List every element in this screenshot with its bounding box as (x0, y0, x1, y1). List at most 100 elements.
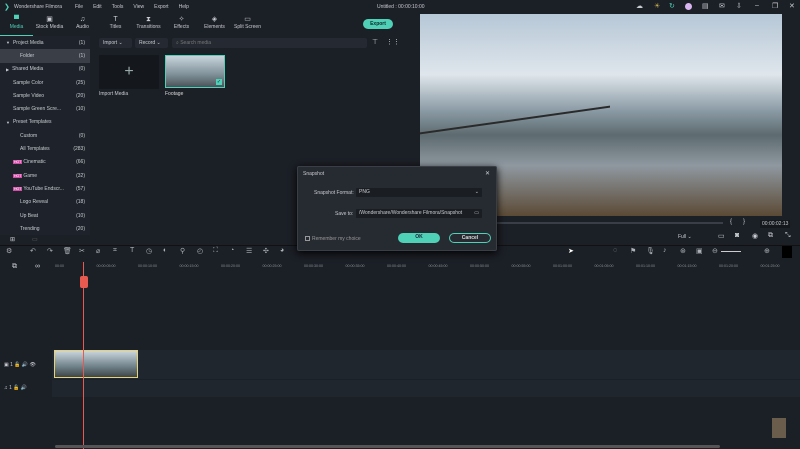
sidebar-item[interactable]: Trending (20) (0, 222, 90, 235)
record-dropdown[interactable]: Record ⌄ (135, 38, 168, 48)
remember-checkbox[interactable] (305, 236, 310, 241)
mark-in-icon[interactable]: { (730, 219, 732, 225)
cloud-icon[interactable]: ☁ (636, 2, 643, 10)
menu-export[interactable]: Export (154, 4, 168, 10)
folder-icon[interactable]: ▭ (32, 236, 38, 243)
maximize-icon[interactable]: ❐ (772, 2, 778, 10)
marker-icon[interactable]: ⚲ (180, 247, 185, 255)
zoom-out-icon[interactable]: ⊖ (712, 247, 718, 255)
sidebar-item[interactable]: Sample Green Scre... (10) (0, 102, 90, 115)
tab-audio[interactable]: ♫ Audio (66, 14, 99, 36)
mark-out-icon[interactable]: } (743, 219, 745, 225)
zoom-in-icon[interactable]: ⊕ (764, 247, 770, 255)
sidebar-item[interactable]: Sample Color (25) (0, 76, 90, 89)
mic-icon[interactable]: 🎙 (646, 247, 655, 255)
sidebar-item[interactable]: ▶ Shared Media (0) (0, 63, 90, 76)
timeline-settings-icon[interactable]: ⚙ (6, 247, 12, 255)
tab-media[interactable]: ▀ Media (0, 14, 33, 36)
speed-icon[interactable]: ◷ (146, 247, 152, 255)
menu-file[interactable]: File (75, 4, 83, 10)
minimize-icon[interactable]: – (755, 2, 759, 9)
monitor-icon[interactable]: ▭ (718, 232, 725, 240)
sidebar-item[interactable]: Folder (1) (0, 49, 90, 63)
fit-icon[interactable]: ⛶ (213, 247, 218, 255)
mail-icon[interactable]: ✉ (719, 2, 725, 10)
cancel-button[interactable]: Cancel (449, 233, 491, 243)
menu-tools[interactable]: Tools (112, 4, 124, 10)
tab-split-screen[interactable]: ▭ Split Screen (231, 14, 264, 36)
tab-stock-media[interactable]: ▣ Stock Media (33, 14, 66, 36)
footage-thumbnail[interactable]: ✓ (165, 55, 225, 88)
snap-icon[interactable]: ▣ (696, 247, 703, 255)
trim-icon[interactable]: ⌗ (113, 247, 117, 255)
ok-button[interactable]: OK (398, 233, 440, 243)
new-folder-icon[interactable]: ⊞ (10, 236, 15, 243)
sidebar-item[interactable]: HOT Game (32) (0, 169, 90, 182)
cut-icon[interactable]: ✂ (79, 247, 85, 255)
sidebar-item[interactable]: Up Beat (10) (0, 209, 90, 222)
tab-titles[interactable]: T Titles (99, 14, 132, 36)
close-icon[interactable]: ✕ (789, 2, 795, 10)
playhead-handle[interactable] (80, 276, 88, 288)
download-icon[interactable]: ⇩ (736, 2, 742, 10)
stabilize-icon[interactable]: ✣ (263, 247, 269, 255)
pip-icon[interactable]: ⧉ (768, 232, 773, 240)
sidebar-item[interactable]: Sample Video (20) (0, 89, 90, 102)
sidebar-item[interactable]: ▼ Project Media (1) (0, 36, 90, 49)
dialog-close-icon[interactable]: ✕ (485, 170, 490, 177)
grid-icon[interactable]: ⋮⋮ (386, 38, 400, 46)
bulb-icon[interactable]: ☀ (654, 2, 660, 10)
track-height-button[interactable] (782, 246, 792, 258)
timeline-scrollbar[interactable] (55, 445, 720, 448)
render-preview-icon[interactable]: ◌ (613, 247, 617, 254)
folder-browse-icon[interactable]: ▭ (474, 209, 479, 218)
playhead[interactable] (83, 262, 84, 449)
marker-flag-icon[interactable]: ⚑ (630, 247, 636, 255)
ai-icon[interactable]: ⊛ (680, 247, 686, 255)
render-icon[interactable]: ◉ (752, 232, 758, 240)
timer-icon[interactable]: ◴ (197, 247, 203, 255)
video-clip[interactable] (54, 350, 138, 378)
menu-help[interactable]: Help (179, 4, 189, 10)
expand-arrow-icon[interactable]: ▼ (6, 40, 10, 45)
expand-arrow-icon[interactable]: ▼ (6, 120, 10, 125)
add-track-icon[interactable]: ⧉ (12, 263, 17, 271)
quality-dropdown[interactable]: Full ⌄ (676, 233, 710, 241)
expand-arrow-icon[interactable]: ▶ (6, 67, 9, 72)
refresh-icon[interactable]: ↻ (669, 2, 675, 10)
avatar[interactable] (685, 3, 692, 10)
fullscreen-icon[interactable]: ⤡ (785, 232, 791, 240)
zoom-slider[interactable] (721, 251, 741, 252)
import-dropdown[interactable]: Import ⌄ (99, 38, 132, 48)
voiceover-icon[interactable]: ♪ (663, 247, 667, 254)
redo-icon[interactable]: ↷ (47, 247, 53, 255)
sidebar-item[interactable]: Logo Reveal (18) (0, 196, 90, 209)
sidebar-item[interactable]: HOT Cinematic (66) (0, 156, 90, 169)
audio-mix-icon[interactable]: ◕ (280, 247, 284, 254)
text-icon[interactable]: T (130, 247, 134, 254)
crop-icon[interactable]: ⌀ (96, 247, 100, 255)
format-dropdown[interactable]: PNG ⌄ (356, 188, 482, 197)
sidebar-item[interactable]: All Templates (283) (0, 142, 90, 155)
menu-view[interactable]: View (133, 4, 144, 10)
split-icon[interactable]: ☰ (246, 247, 252, 255)
search-input[interactable]: ⌕ Search media (172, 38, 367, 48)
save-path-field[interactable]: /Wondershare/Wondershare Filmora/Snapsho… (356, 209, 482, 218)
import-media-button[interactable]: + (99, 55, 159, 89)
save-icon[interactable]: ▤ (702, 2, 709, 10)
tab-transitions[interactable]: ⧗ Transitions (132, 14, 165, 36)
menu-edit[interactable]: Edit (93, 4, 102, 10)
color-icon[interactable]: ◐ (163, 247, 167, 254)
undo-icon[interactable]: ↶ (30, 247, 36, 255)
tab-elements[interactable]: ◈ Elements (198, 14, 231, 36)
export-button[interactable]: Export (363, 19, 393, 29)
sidebar-item[interactable]: ▼ Preset Templates (0, 116, 90, 129)
tab-effects[interactable]: ✧ Effects (165, 14, 198, 36)
sidebar-item[interactable]: Custom (0) (0, 129, 90, 142)
link-icon[interactable]: ∞ (35, 263, 40, 270)
delete-icon[interactable]: 🗑 (63, 247, 72, 255)
filter-icon[interactable]: ⊤ (372, 38, 378, 46)
snapshot-camera-icon[interactable]: ◙ (735, 232, 739, 239)
mask-icon[interactable]: ◔ (230, 247, 234, 254)
sidebar-item[interactable]: HOT YouTube Endscr... (57) (0, 182, 90, 195)
